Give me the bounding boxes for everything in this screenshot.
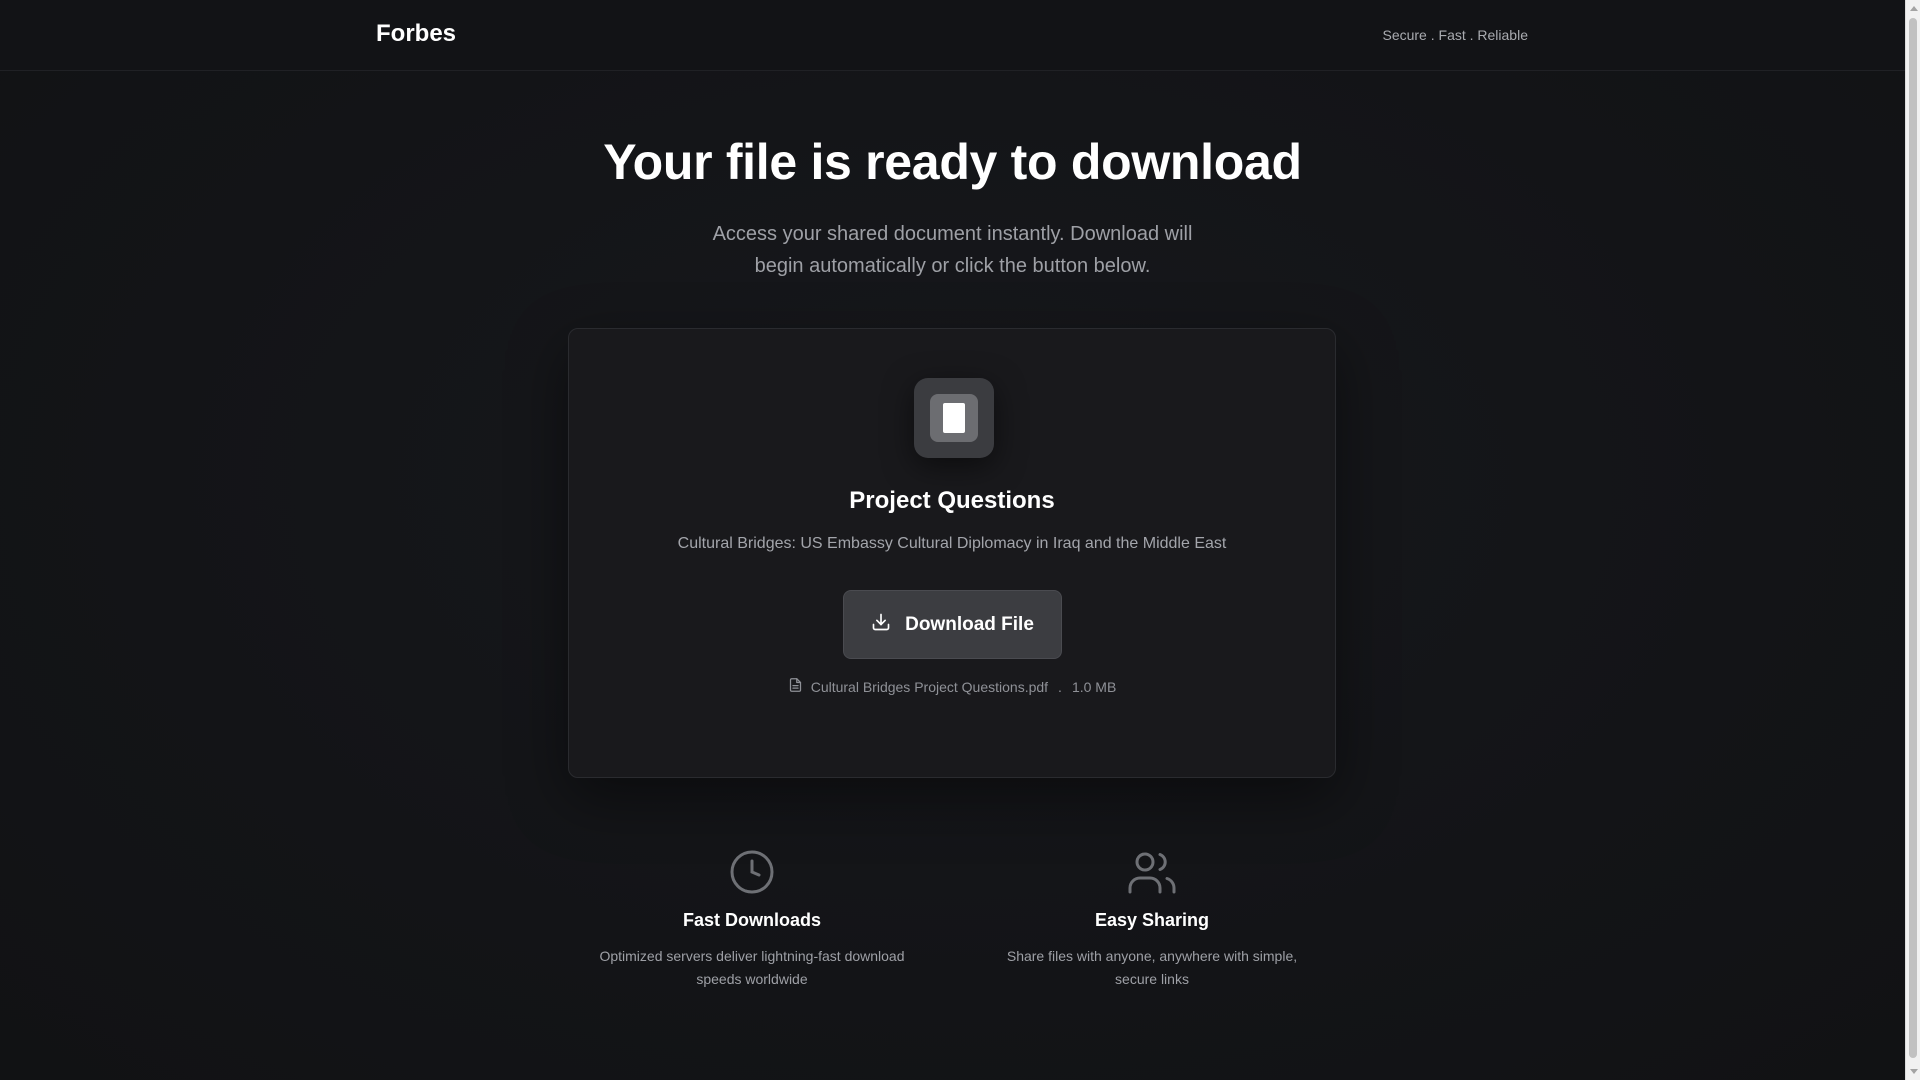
file-title: Project Questions bbox=[849, 487, 1055, 514]
page: Forbes Secure . Fast . Reliable Your fil… bbox=[0, 0, 1905, 1080]
top-header: Forbes Secure . Fast . Reliable bbox=[0, 0, 1905, 71]
meta-separator: . bbox=[1058, 678, 1062, 695]
document-icon bbox=[914, 378, 994, 458]
feature-title: Fast Downloads bbox=[682, 910, 821, 930]
vertical-scrollbar[interactable] bbox=[1905, 0, 1920, 1080]
header-tagline: Secure . Fast . Reliable bbox=[1382, 27, 1528, 43]
document-icon-inner bbox=[930, 394, 978, 442]
page-subtitle: Access your shared document instantly. D… bbox=[0, 218, 1905, 282]
scroll-down-arrow-icon[interactable] bbox=[1906, 1063, 1920, 1080]
file-name: Cultural Bridges Project Questions.pdf bbox=[810, 678, 1049, 695]
feature-description: Optimized servers deliver lightning-fast… bbox=[599, 948, 905, 987]
file-text-icon bbox=[788, 677, 803, 696]
download-button-label: Download File bbox=[905, 613, 1034, 635]
feature-title: Easy Sharing bbox=[1094, 910, 1210, 930]
feature-description: Share files with anyone, anywhere with s… bbox=[1006, 948, 1298, 987]
document-sheet bbox=[943, 403, 965, 433]
file-size: 1.0 MB bbox=[1071, 678, 1117, 695]
users-icon bbox=[987, 848, 1317, 896]
page-title: Your file is ready to download bbox=[603, 134, 1302, 190]
clock-icon bbox=[587, 848, 917, 896]
download-card: Project Questions Cultural Bridges: US E… bbox=[568, 328, 1336, 778]
download-file-button[interactable]: Download File bbox=[843, 590, 1062, 659]
feature-fast-downloads: Fast Downloads Optimized servers deliver… bbox=[587, 848, 917, 991]
download-icon bbox=[871, 612, 891, 638]
scroll-up-arrow-icon[interactable] bbox=[1906, 0, 1920, 17]
feature-easy-sharing: Easy Sharing Share files with anyone, an… bbox=[987, 848, 1317, 991]
brand-logo[interactable]: Forbes bbox=[376, 20, 456, 48]
scrollbar-thumb[interactable] bbox=[1909, 18, 1917, 1058]
file-meta: Cultural Bridges Project Questions.pdf .… bbox=[569, 677, 1335, 696]
page-subtitle-line-2: begin automatically or click the button … bbox=[754, 255, 1151, 277]
file-description: Cultural Bridges: US Embassy Cultural Di… bbox=[677, 535, 1227, 552]
page-subtitle-line-1: Access your shared document instantly. D… bbox=[712, 223, 1193, 245]
